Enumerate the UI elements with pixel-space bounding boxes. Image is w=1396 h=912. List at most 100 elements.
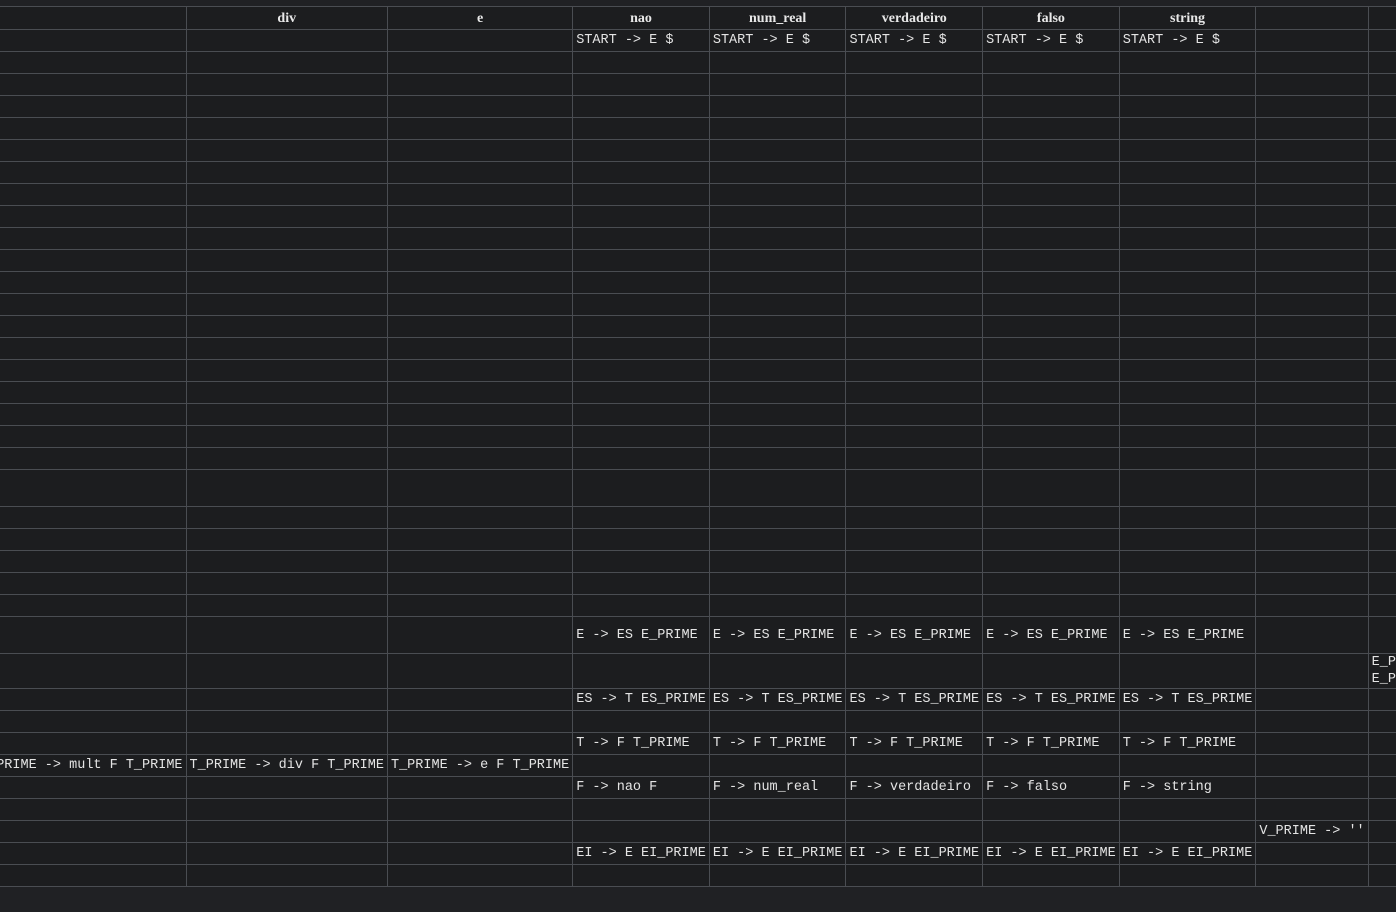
table-cell[interactable] (982, 864, 1120, 887)
table-cell[interactable] (1367, 594, 1396, 617)
column-header[interactable]: e (386, 6, 574, 30)
table-cell[interactable] (708, 403, 847, 426)
column-header[interactable]: $ (1367, 6, 1396, 30)
table-cell[interactable] (185, 73, 388, 96)
table-cell[interactable] (572, 820, 710, 843)
table-cell[interactable] (1367, 776, 1396, 799)
table-cell[interactable] (1255, 73, 1369, 96)
table-cell[interactable] (572, 572, 710, 595)
table-cell[interactable] (386, 51, 574, 74)
table-cell[interactable] (572, 550, 710, 573)
table-cell[interactable] (982, 447, 1120, 470)
table-cell[interactable]: F -> nao F (572, 776, 710, 799)
table-cell[interactable] (1367, 528, 1396, 551)
table-cell[interactable] (0, 73, 187, 96)
table-cell[interactable] (0, 183, 187, 206)
table-cell[interactable] (1255, 95, 1369, 118)
table-cell[interactable] (1118, 447, 1257, 470)
table-cell[interactable]: START -> E $ (1118, 29, 1257, 52)
table-cell[interactable] (0, 550, 187, 573)
table-cell[interactable] (708, 447, 847, 470)
table-cell[interactable] (386, 205, 574, 228)
table-cell[interactable] (1255, 161, 1369, 184)
table-cell[interactable]: EI -> E EI_PRIME (982, 842, 1120, 865)
table-cell[interactable] (386, 506, 574, 529)
table-cell[interactable] (386, 293, 574, 316)
table-cell[interactable] (845, 73, 984, 96)
table-cell[interactable] (845, 820, 984, 843)
table-cell[interactable] (845, 403, 984, 426)
table-cell[interactable] (982, 359, 1120, 382)
table-cell[interactable] (982, 381, 1120, 404)
table-cell[interactable] (845, 337, 984, 360)
table-cell[interactable] (1367, 864, 1396, 887)
table-cell[interactable] (1118, 653, 1257, 689)
table-cell[interactable] (708, 506, 847, 529)
table-cell[interactable] (708, 754, 847, 777)
table-cell[interactable] (386, 425, 574, 448)
table-cell[interactable] (185, 732, 388, 755)
table-cell[interactable] (845, 528, 984, 551)
table-cell[interactable] (1255, 205, 1369, 228)
table-cell[interactable] (386, 710, 574, 733)
table-cell[interactable] (708, 425, 847, 448)
table-cell[interactable] (1118, 315, 1257, 338)
table-cell[interactable] (185, 616, 388, 654)
table-cell[interactable] (1255, 447, 1369, 470)
table-cell[interactable]: V_PRIME -> '' (1255, 820, 1369, 843)
table-cell[interactable] (1118, 337, 1257, 360)
table-cell[interactable] (185, 381, 388, 404)
table-cell[interactable] (1367, 359, 1396, 382)
table-cell[interactable] (708, 550, 847, 573)
table-cell[interactable] (386, 381, 574, 404)
table-cell[interactable] (1118, 798, 1257, 821)
table-cell[interactable] (708, 864, 847, 887)
table-cell[interactable] (572, 754, 710, 777)
table-cell[interactable] (1255, 183, 1369, 206)
table-cell[interactable] (185, 95, 388, 118)
table-cell[interactable] (1118, 864, 1257, 887)
table-cell[interactable]: E_PRIME -> '' E_PRIME -> '' (1367, 653, 1396, 689)
table-cell[interactable] (0, 337, 187, 360)
table-cell[interactable] (1118, 528, 1257, 551)
table-cell[interactable] (982, 754, 1120, 777)
table-cell[interactable] (845, 95, 984, 118)
table-cell[interactable] (1367, 227, 1396, 250)
table-cell[interactable] (845, 710, 984, 733)
table-cell[interactable] (386, 271, 574, 294)
table-cell[interactable] (982, 183, 1120, 206)
table-cell[interactable] (572, 864, 710, 887)
table-cell[interactable] (1255, 842, 1369, 865)
table-cell[interactable] (1367, 381, 1396, 404)
table-cell[interactable] (0, 842, 187, 865)
table-cell[interactable] (845, 864, 984, 887)
table-cell[interactable] (572, 95, 710, 118)
table-cell[interactable] (982, 51, 1120, 74)
table-cell[interactable]: E -> ES E_PRIME (1118, 616, 1257, 654)
table-cell[interactable]: START -> E $ (572, 29, 710, 52)
table-cell[interactable] (1118, 183, 1257, 206)
table-cell[interactable] (708, 139, 847, 162)
table-cell[interactable] (386, 249, 574, 272)
table-cell[interactable]: EI -> E EI_PRIME (845, 842, 984, 865)
table-cell[interactable] (1367, 205, 1396, 228)
table-cell[interactable] (1255, 117, 1369, 140)
table-cell[interactable] (1255, 732, 1369, 755)
table-cell[interactable] (845, 249, 984, 272)
table-cell[interactable] (386, 95, 574, 118)
table-cell[interactable] (572, 594, 710, 617)
table-cell[interactable] (185, 594, 388, 617)
table-cell[interactable] (845, 51, 984, 74)
table-cell[interactable] (1255, 653, 1369, 689)
table-cell[interactable] (386, 864, 574, 887)
table-cell[interactable] (572, 337, 710, 360)
table-cell[interactable] (0, 864, 187, 887)
table-cell[interactable] (572, 51, 710, 74)
table-cell[interactable]: EI -> E EI_PRIME (572, 842, 710, 865)
table-cell[interactable] (572, 293, 710, 316)
table-cell[interactable] (0, 594, 187, 617)
table-cell[interactable] (1118, 506, 1257, 529)
table-cell[interactable] (845, 594, 984, 617)
table-cell[interactable] (708, 205, 847, 228)
table-cell[interactable] (386, 183, 574, 206)
